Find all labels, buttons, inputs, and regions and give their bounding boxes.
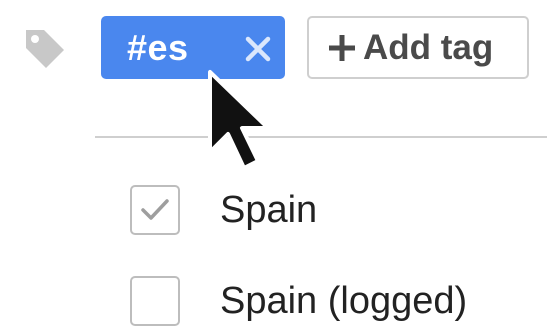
option-spain[interactable]: Spain xyxy=(130,185,317,235)
tag-chip[interactable]: #es xyxy=(101,16,285,79)
option-label: Spain (logged) xyxy=(220,279,468,322)
divider xyxy=(95,136,547,138)
checkmark-icon xyxy=(141,199,169,220)
checkbox[interactable] xyxy=(130,276,180,326)
add-tag-button[interactable]: Add tag xyxy=(307,16,529,79)
add-tag-label: Add tag xyxy=(363,27,494,67)
tag-editor: #es Add tag Spain Spain (logged) xyxy=(0,0,547,335)
option-label: Spain xyxy=(220,188,318,231)
mouse-pointer-icon xyxy=(208,70,270,170)
checkbox[interactable] xyxy=(130,185,180,235)
tag-chip-label: #es xyxy=(127,26,189,68)
option-spain-logged[interactable]: Spain (logged) xyxy=(130,276,467,326)
plus-icon xyxy=(329,34,355,61)
tag-icon xyxy=(26,30,64,68)
close-icon[interactable] xyxy=(243,34,273,64)
